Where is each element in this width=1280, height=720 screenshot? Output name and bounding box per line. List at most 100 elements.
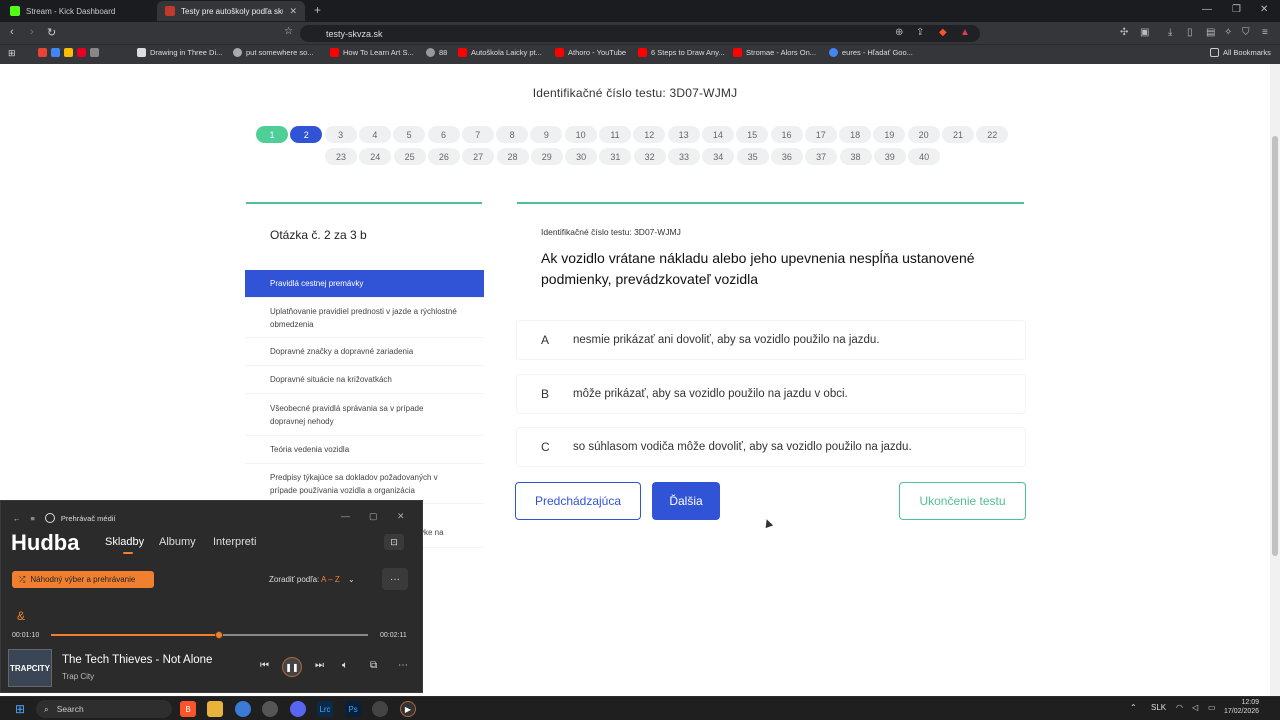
question-page-13[interactable]: 13 [667, 126, 700, 143]
bookmark-0[interactable]: Drawing in Three Di... [137, 48, 222, 57]
player-more-icon[interactable]: ⋯ [398, 660, 408, 671]
tab-artists[interactable]: Interpreti [213, 536, 256, 548]
sort-dropdown[interactable]: Zoradiť podľa: A – Z ⌄ [269, 575, 355, 584]
question-page-20[interactable]: 20 [907, 126, 940, 143]
player-close-icon[interactable]: ✕ [397, 511, 405, 522]
question-page-3[interactable]: 3 [324, 126, 357, 143]
question-page-22[interactable]: 22 [976, 126, 1009, 143]
discord-icon[interactable] [290, 701, 306, 717]
category-priority-speed[interactable]: Uplatňovanie pravidiel prednosti v jazde… [245, 298, 484, 338]
gmail-icon[interactable] [38, 48, 47, 57]
battery-icon[interactable]: ▭ [1208, 703, 1216, 712]
category-driving-theory[interactable]: Teória vedenia vozidla [245, 436, 484, 464]
apps-icon[interactable]: ⊞ [8, 48, 16, 59]
url-field[interactable]: testy-skvza.sk [300, 25, 980, 42]
question-page-16[interactable]: 16 [770, 126, 803, 143]
next-track-icon[interactable]: ⏭ [315, 660, 324, 671]
extensions-icon[interactable]: ✣ [1120, 27, 1128, 38]
close-window-icon[interactable]: ✕ [1260, 4, 1268, 15]
keep-icon[interactable] [64, 48, 73, 57]
bookmark-6[interactable]: 6 Steps to Draw Any... [638, 48, 725, 57]
question-page-32[interactable]: 32 [633, 148, 666, 165]
brave-icon[interactable]: B [180, 701, 196, 717]
question-page-33[interactable]: 33 [668, 148, 700, 165]
back-icon[interactable]: ‹ [10, 26, 14, 38]
category-documents[interactable]: Predpisy týkajúce sa dokladov požadovaný… [245, 464, 484, 504]
bookmark-5[interactable]: Athoro - YouTube [555, 48, 626, 57]
windows-start-icon[interactable]: ⊞ [12, 701, 28, 717]
hamburger-icon[interactable]: ≡ [31, 514, 35, 523]
question-page-6[interactable]: 6 [427, 126, 460, 143]
seek-bar[interactable] [51, 631, 368, 639]
shield-icon[interactable]: ⛉ [1242, 27, 1250, 38]
question-page-38[interactable]: 38 [839, 148, 872, 165]
question-page-4[interactable]: 4 [358, 126, 391, 143]
question-page-31[interactable]: 31 [599, 148, 632, 165]
app-icon-steam[interactable] [262, 701, 278, 717]
reload-icon[interactable]: ↻ [47, 26, 56, 39]
question-page-40[interactable]: 40 [908, 148, 941, 165]
bookmark-3[interactable]: 88 [426, 48, 447, 57]
player-minimize-icon[interactable]: — [341, 511, 350, 521]
question-page-12[interactable]: 12 [633, 126, 666, 143]
wallet-icon[interactable]: ▣ [1140, 27, 1149, 38]
photoshop-icon[interactable]: Ps [345, 701, 361, 717]
miniplayer-icon[interactable]: ⧉ [370, 660, 377, 671]
question-page-23[interactable]: 23 [325, 148, 357, 165]
bookmark-8[interactable]: eures - Hľadať Goo... [829, 48, 913, 57]
previous-button[interactable]: Predchádzajúca [515, 482, 641, 520]
share-icon[interactable]: ⇪ [916, 27, 924, 38]
question-page-7[interactable]: 7 [461, 126, 494, 143]
zoom-icon[interactable]: ⊕ [895, 27, 903, 38]
tab-albums[interactable]: Albumy [159, 536, 196, 548]
question-page-8[interactable]: 8 [496, 126, 529, 143]
bookmark-4[interactable]: Autoškola Laicky pt... [458, 48, 542, 57]
scrollbar-thumb[interactable] [1272, 136, 1278, 556]
docs-icon[interactable] [51, 48, 60, 57]
question-page-25[interactable]: 25 [393, 148, 426, 165]
category-accident-rules[interactable]: Všeobecné pravidlá správania sa v prípad… [245, 394, 484, 436]
finish-test-button[interactable]: Ukončenie testu [899, 482, 1026, 520]
player-maximize-icon[interactable]: ▢ [369, 511, 378, 522]
question-page-15[interactable]: 15 [736, 126, 769, 143]
answer-a[interactable]: A nesmie prikázať ani dovoliť, aby sa vo… [517, 321, 1025, 359]
question-page-30[interactable]: 30 [565, 148, 598, 165]
category-traffic-signs[interactable]: Dopravné značky a dopravné zariadenia [245, 338, 484, 366]
question-page-35[interactable]: 35 [736, 148, 769, 165]
close-tab-icon[interactable]: ✕ [289, 6, 297, 17]
question-page-11[interactable]: 11 [599, 126, 631, 143]
brave-shield-icon[interactable]: ◆ [939, 27, 947, 38]
shuffle-play-button[interactable]: ⤮ Náhodný výber a prehrávanie [12, 571, 154, 588]
language-indicator[interactable]: SLK [1151, 703, 1166, 712]
page-scrollbar[interactable] [1270, 64, 1280, 696]
menu-icon[interactable]: ≡ [1262, 27, 1268, 38]
system-clock[interactable]: 12:09 17/02/2026 [1224, 698, 1259, 716]
category-intersections[interactable]: Dopravné situácie na križovatkách [245, 366, 484, 394]
answer-b[interactable]: B môže prikázať, aby sa vozidlo použilo … [517, 375, 1025, 413]
bookmark-2[interactable]: How To Learn Art S... [330, 48, 414, 57]
question-page-29[interactable]: 29 [530, 148, 563, 165]
answer-c[interactable]: C so súhlasom vodiča môže dovoliť, aby s… [517, 428, 1025, 466]
pinterest-icon[interactable] [77, 48, 86, 57]
question-page-36[interactable]: 36 [770, 148, 803, 165]
add-folder-icon[interactable]: ⊡ [384, 534, 404, 550]
question-page-27[interactable]: 27 [462, 148, 495, 165]
question-page-37[interactable]: 37 [805, 148, 838, 165]
question-page-18[interactable]: 18 [839, 126, 872, 143]
media-player-taskbar-icon[interactable]: ▶ [400, 701, 416, 717]
tab-songs[interactable]: Skladby [105, 536, 144, 554]
bookmark-icon[interactable]: ☆ [284, 26, 293, 37]
tab-testy[interactable]: Testy pre autoškoly podľa skupín ✕ [157, 1, 305, 21]
pause-button[interactable]: ❚❚ [282, 657, 302, 677]
rewards-icon[interactable]: ▲ [960, 27, 970, 38]
question-page-19[interactable]: 19 [873, 126, 906, 143]
question-page-14[interactable]: 14 [701, 126, 734, 143]
question-page-28[interactable]: 28 [496, 148, 529, 165]
next-button[interactable]: Ďalšia [652, 482, 720, 520]
app-icon-obs[interactable] [372, 701, 388, 717]
bookmark-1[interactable]: put somewhere so... [233, 48, 314, 57]
tab-kick[interactable]: Stream - Kick Dashboard [2, 1, 152, 21]
instagram-icon[interactable] [90, 48, 99, 57]
seek-handle[interactable] [215, 631, 223, 639]
maximize-icon[interactable]: ❐ [1232, 4, 1241, 15]
